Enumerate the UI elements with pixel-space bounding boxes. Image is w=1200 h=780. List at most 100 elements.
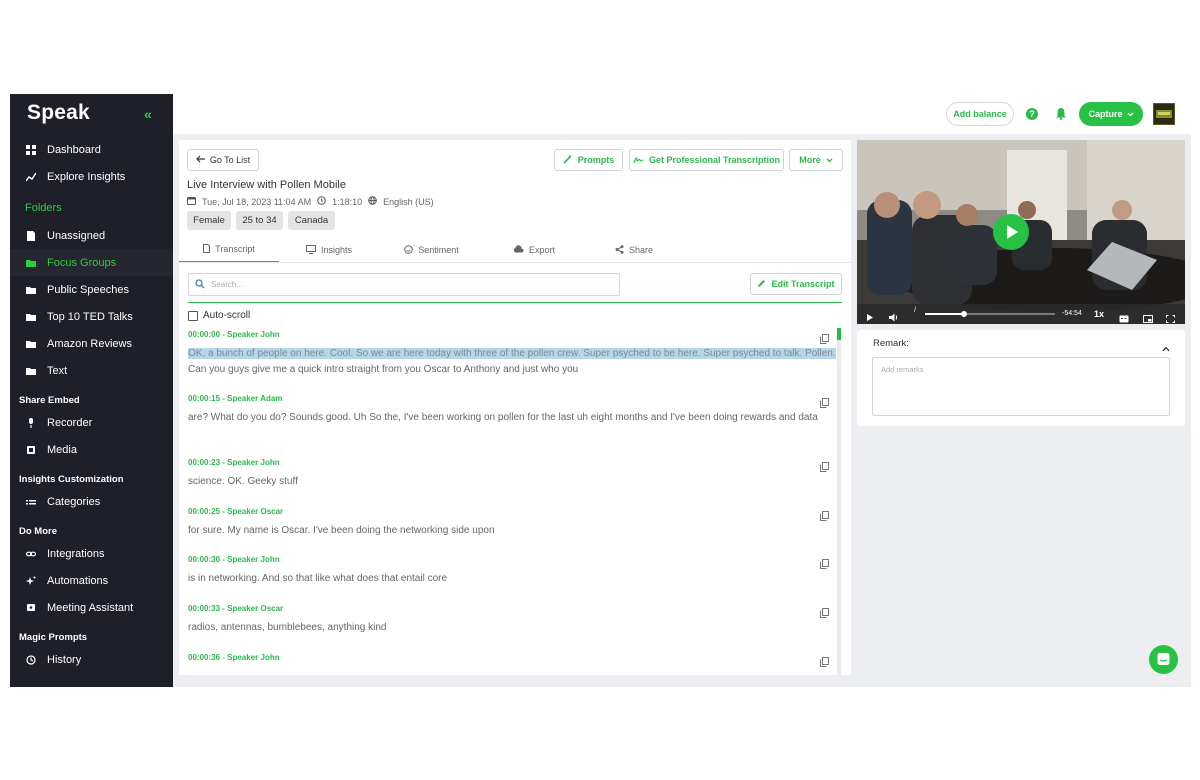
add-balance-button[interactable]: Add balance	[946, 102, 1014, 126]
more-button[interactable]: More	[789, 149, 843, 171]
segment-header[interactable]: 00:00:30 - Speaker John	[188, 555, 280, 564]
go-to-list-button[interactable]: Go To List	[187, 149, 259, 171]
copy-icon[interactable]	[820, 654, 829, 667]
folder-icon	[26, 366, 36, 376]
sidebar-item-explore-insights[interactable]: Explore Insights	[10, 163, 173, 190]
tab-label: Transcript	[215, 244, 255, 254]
document-meta: Tue, Jul 18, 2023 11:04 AM 1:18:10 Engli…	[187, 196, 434, 207]
document-title: Live Interview with Pollen Mobile	[187, 179, 346, 191]
file-icon	[26, 230, 36, 241]
copy-icon[interactable]	[820, 508, 829, 521]
segment-header[interactable]: 00:00:15 - Speaker Adam	[188, 394, 282, 403]
avatar[interactable]	[1153, 103, 1175, 125]
play-control-icon[interactable]	[866, 309, 874, 324]
segment-text[interactable]: are? What do you do? Sounds good. Uh So …	[188, 410, 836, 426]
get-professional-transcription-button[interactable]: Get Professional Transcription	[629, 149, 784, 171]
autoscroll-label: Auto-scroll	[203, 310, 251, 321]
sidebar-item-recorder[interactable]: Recorder	[10, 409, 173, 436]
folder-icon	[26, 258, 36, 268]
segment-header[interactable]: 00:00:36 - Speaker John	[188, 653, 280, 662]
segment-header[interactable]: 00:00:23 - Speaker John	[188, 458, 280, 467]
scrollbar-thumb[interactable]	[837, 328, 841, 340]
copy-icon[interactable]	[820, 556, 829, 569]
bell-icon[interactable]	[1055, 107, 1067, 120]
search-input[interactable]: Search...	[188, 273, 620, 296]
app-frame: Speak « Dashboard Explore Insights Folde…	[10, 94, 1191, 687]
chevron-up-icon[interactable]	[1162, 339, 1170, 357]
sidebar-item-focus-groups[interactable]: Focus Groups	[10, 249, 173, 276]
progress-handle[interactable]	[961, 311, 967, 317]
sidebar-item-media[interactable]: Media	[10, 436, 173, 463]
segment-header[interactable]: 00:00:00 - Speaker John	[188, 330, 280, 339]
search-placeholder: Search...	[211, 280, 244, 289]
sidebar-item-top-10-ted-talks[interactable]: Top 10 TED Talks	[10, 303, 173, 330]
calendar-icon	[187, 196, 196, 207]
sidebar-item-categories[interactable]: Categories	[10, 488, 173, 515]
remark-textarea[interactable]: Add remarks	[872, 357, 1170, 416]
chevron-down-icon	[1127, 109, 1134, 119]
edit-transcript-button[interactable]: Edit Transcript	[750, 273, 842, 295]
share-embed-heading: Share Embed	[19, 395, 80, 406]
sidebar-item-integrations[interactable]: Integrations	[10, 540, 173, 567]
segment-text[interactable]: radios, antennas, bumblebees, anything k…	[188, 620, 836, 636]
copy-icon[interactable]	[820, 395, 829, 408]
autoscroll-checkbox[interactable]: Auto-scroll	[188, 310, 250, 321]
chat-support-button[interactable]	[1149, 645, 1178, 674]
collapse-sidebar-icon[interactable]: «	[144, 106, 152, 122]
do-more-heading: Do More	[19, 526, 57, 537]
sidebar-item-text[interactable]: Text	[10, 357, 173, 384]
sidebar-item-meeting-assistant[interactable]: Meeting Assistant	[10, 594, 173, 621]
playback-speed-button[interactable]: 1x	[1094, 309, 1104, 319]
sidebar-item-unassigned[interactable]: Unassigned	[10, 222, 173, 249]
sidebar-item-label: Media	[47, 443, 77, 456]
sparkle-icon	[26, 576, 36, 586]
tab-share[interactable]: Share	[584, 237, 684, 263]
segment-header[interactable]: 00:00:25 - Speaker Oscar	[188, 507, 283, 516]
go-to-list-label: Go To List	[209, 155, 251, 165]
sidebar-item-public-speeches[interactable]: Public Speeches	[10, 276, 173, 303]
sidebar-item-amazon-reviews[interactable]: Amazon Reviews	[10, 330, 173, 357]
picture-in-picture-icon[interactable]	[1143, 310, 1153, 324]
help-icon[interactable]: ?	[1026, 108, 1038, 120]
tab-insights[interactable]: Insights	[279, 237, 379, 263]
tag-age[interactable]: 25 to 34	[236, 211, 283, 230]
copy-icon[interactable]	[820, 459, 829, 472]
time-remaining: -54:54	[1062, 310, 1082, 317]
sidebar-item-automations[interactable]: Automations	[10, 567, 173, 594]
copy-icon[interactable]	[820, 331, 829, 344]
play-button[interactable]	[993, 214, 1029, 250]
chat-icon	[1157, 653, 1170, 665]
scrollbar-track[interactable]	[837, 328, 841, 675]
sidebar-item-label: Automations	[47, 574, 109, 587]
tab-sentiment[interactable]: Sentiment	[379, 237, 484, 263]
sidebar-item-history[interactable]: History	[10, 646, 173, 673]
tag-gender[interactable]: Female	[187, 211, 231, 230]
cloud-download-icon	[513, 245, 524, 255]
capture-button[interactable]: Capture	[1079, 102, 1143, 126]
prompts-button[interactable]: Prompts	[554, 149, 623, 171]
tab-export[interactable]: Export	[484, 237, 584, 263]
top-bar: Add balance ? Capture	[173, 94, 1191, 134]
sidebar: Speak « Dashboard Explore Insights Folde…	[10, 94, 173, 687]
sidebar-item-dashboard[interactable]: Dashboard	[10, 136, 173, 163]
assistant-icon	[26, 603, 36, 613]
tag-country[interactable]: Canada	[288, 211, 335, 230]
folder-icon	[26, 339, 36, 349]
edit-transcript-label: Edit Transcript	[771, 279, 835, 289]
segment-text[interactable]: for sure. My name is Oscar. I've been do…	[188, 523, 836, 539]
video-player[interactable]: / -54:54 1x	[857, 140, 1185, 324]
copy-icon[interactable]	[820, 605, 829, 618]
captions-icon[interactable]	[1119, 310, 1129, 324]
segment-header[interactable]: 00:00:33 - Speaker Oscar	[188, 604, 283, 613]
highlighted-text[interactable]: OK, a bunch of people on here. Cool. So …	[188, 348, 836, 359]
segment-text[interactable]: is in networking. And so that like what …	[188, 571, 836, 587]
tab-transcript[interactable]: Transcript	[179, 237, 279, 263]
remark-title: Remark:	[873, 338, 909, 349]
segment-text[interactable]: science. OK. Geeky stuff	[188, 474, 836, 490]
fullscreen-icon[interactable]	[1166, 310, 1175, 324]
monitor-icon	[305, 244, 316, 256]
get-professional-transcription-label: Get Professional Transcription	[648, 155, 781, 165]
segment-text[interactable]: OK, a bunch of people on here. Cool. So …	[188, 346, 836, 378]
sidebar-item-label: Integrations	[47, 547, 105, 560]
volume-icon[interactable]	[889, 309, 900, 324]
